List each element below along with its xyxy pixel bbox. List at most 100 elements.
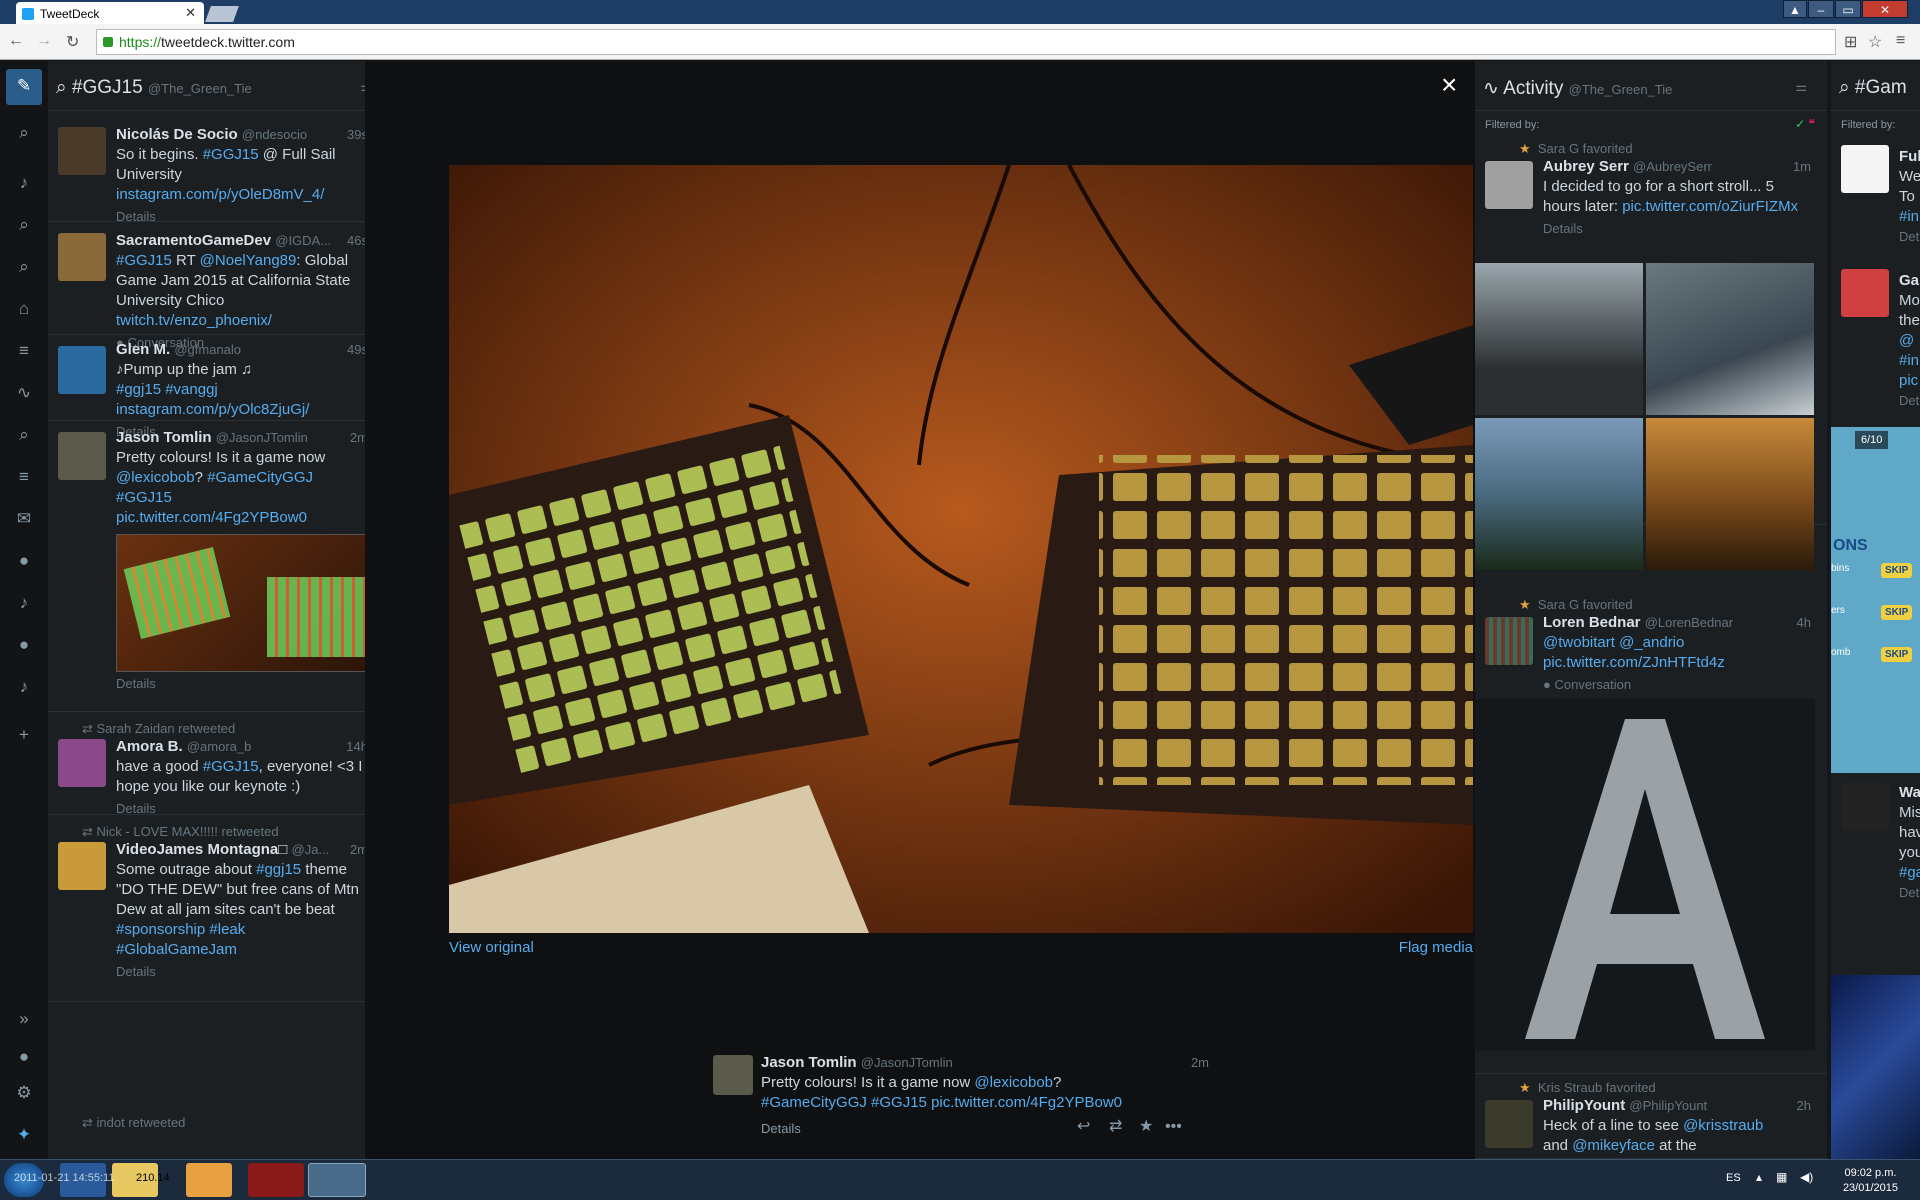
- tweet[interactable]: SacramentoGameDev @IGDA... 46s #GGJ15 RT…: [48, 223, 392, 350]
- search-icon[interactable]: ⌕: [12, 123, 36, 147]
- avatar[interactable]: [1841, 145, 1889, 193]
- retweet-icon[interactable]: ⇄: [1109, 1117, 1122, 1137]
- tweet-author[interactable]: Nicolás De Socio: [116, 126, 238, 143]
- avatar[interactable]: [58, 127, 106, 175]
- add-column-icon[interactable]: +: [12, 725, 36, 749]
- bookmark-star-icon[interactable]: ☆: [1868, 32, 1882, 52]
- url-link[interactable]: pic.twitter.com/4Fg2YPBow0: [931, 1094, 1122, 1111]
- tweet-author[interactable]: Ga: [1899, 271, 1920, 291]
- avatar[interactable]: [1485, 1100, 1533, 1148]
- translate-icon[interactable]: ⊞: [1844, 32, 1857, 52]
- url-link[interactable]: instagram.com/p/yOlc8ZjuGj/: [116, 401, 309, 418]
- hashtag-link[interactable]: #ggj15: [256, 861, 301, 878]
- user-icon[interactable]: ▲: [1783, 0, 1807, 18]
- expand-icon[interactable]: »: [12, 1009, 36, 1033]
- media-player-icon[interactable]: [186, 1163, 232, 1197]
- mention-link[interactable]: @lexicobob: [116, 469, 195, 486]
- tweet-author[interactable]: Jason Tomlin: [761, 1054, 857, 1071]
- accounts-icon[interactable]: ●: [12, 1047, 36, 1071]
- notifications-icon[interactable]: ♪: [12, 173, 36, 197]
- list-icon[interactable]: ≡: [12, 467, 36, 491]
- avatar[interactable]: [58, 842, 106, 890]
- tweet-author[interactable]: PhilipYount: [1543, 1097, 1625, 1114]
- tweet-handle[interactable]: @IGDA...: [275, 233, 331, 248]
- chrome-icon[interactable]: [308, 1163, 366, 1197]
- tweet[interactable]: ⇄ Sarah Zaidan retweeted Amora B. @amora…: [48, 713, 392, 816]
- notifications-icon[interactable]: ♪: [12, 677, 36, 701]
- url-link[interactable]: pic.twitter.com/oZiurFIZMx: [1622, 198, 1798, 215]
- tweet[interactable]: Jason Tomlin @JasonJTomlin 2m Pretty col…: [48, 422, 392, 712]
- details-link[interactable]: Details: [1543, 219, 1811, 239]
- user-icon[interactable]: ●: [12, 551, 36, 575]
- home-icon[interactable]: ⌂: [12, 299, 36, 323]
- flag-media-link[interactable]: Flag media: [1399, 939, 1473, 956]
- tweet-author[interactable]: SacramentoGameDev: [116, 232, 271, 249]
- mention-link[interactable]: @krisstraub: [1683, 1117, 1763, 1134]
- column-options-icon[interactable]: ⚌: [1795, 79, 1807, 95]
- hashtag-link[interactable]: #GameCityGGJ: [207, 469, 313, 486]
- tweet-author[interactable]: VideoJames Montagna□: [116, 841, 287, 858]
- hashtag-link[interactable]: #sponsorship: [116, 921, 205, 938]
- avatar[interactable]: [58, 739, 106, 787]
- details-link[interactable]: Det: [1899, 391, 1920, 411]
- tweet-author[interactable]: Ful: [1899, 147, 1920, 167]
- details-link[interactable]: Det: [1899, 883, 1920, 903]
- url-link[interactable]: instagram.com/p/yOleD8mV_4/: [116, 186, 324, 203]
- forward-icon[interactable]: →: [36, 32, 52, 50]
- tweet-handle[interactable]: @amora_b: [187, 739, 252, 754]
- reload-icon[interactable]: ↻: [66, 32, 79, 52]
- tweet-author[interactable]: Loren Bednar: [1543, 614, 1641, 631]
- url-link[interactable]: pic.twitter.com/ZJnHTFtd4z: [1543, 654, 1725, 671]
- media-thumbnail[interactable]: [1646, 263, 1814, 415]
- details-link[interactable]: Details: [116, 962, 368, 982]
- media-thumbnail[interactable]: [1475, 418, 1643, 570]
- avatar[interactable]: [1485, 617, 1533, 665]
- tweet[interactable]: ⇄ indot retweeted: [82, 1115, 185, 1131]
- hashtag-link[interactable]: #leak: [209, 921, 245, 938]
- activity-icon[interactable]: ∿: [12, 383, 36, 407]
- tweet-handle[interactable]: @JasonJTomlin: [216, 430, 308, 445]
- game-screenshot-image[interactable]: 6/10 ONS bins ers omb SKIP SKIP SKIP: [1831, 427, 1920, 773]
- media-letter-a-image[interactable]: [1475, 699, 1815, 1051]
- search-column-icon[interactable]: ⌕: [12, 425, 36, 449]
- maximize-button[interactable]: ▭: [1835, 0, 1861, 18]
- reply-icon[interactable]: ↩: [1077, 1117, 1090, 1137]
- hashtag-link[interactable]: #in: [1899, 351, 1920, 371]
- tweet-author[interactable]: Amora B.: [116, 738, 183, 755]
- tweet-author[interactable]: Jason Tomlin: [116, 429, 212, 446]
- avatar[interactable]: [1841, 783, 1889, 831]
- hashtag-link[interactable]: #GlobalGameJam: [116, 941, 237, 958]
- modal-media-image[interactable]: [449, 165, 1473, 933]
- avatar[interactable]: [58, 233, 106, 281]
- url-link[interactable]: twitch.tv/enzo_phoenix/: [116, 312, 272, 329]
- notifications-icon[interactable]: ♪: [12, 593, 36, 617]
- tweet-author[interactable]: Glen M.: [116, 341, 170, 358]
- tweet-handle[interactable]: @LorenBednar: [1645, 615, 1733, 630]
- hashtag-link[interactable]: #ggj15: [116, 381, 161, 398]
- favorite-star-icon[interactable]: ★: [1139, 1117, 1153, 1137]
- system-clock[interactable]: 09:02 p.m. 23/01/2015: [1843, 1166, 1898, 1196]
- modal-tweet[interactable]: Jason Tomlin @JasonJTomlin 2m Pretty col…: [713, 1054, 1209, 1165]
- search-column-icon[interactable]: ⌕: [12, 257, 36, 281]
- avatar[interactable]: [58, 432, 106, 480]
- details-link[interactable]: Det: [1899, 227, 1920, 247]
- more-options-icon[interactable]: •••: [1165, 1117, 1182, 1137]
- view-original-link[interactable]: View original: [449, 939, 534, 956]
- compose-tweet-icon[interactable]: ✎: [6, 69, 42, 105]
- media-thumbnail[interactable]: [1475, 263, 1643, 415]
- mention-link[interactable]: @: [1899, 331, 1920, 351]
- media-thumbnail[interactable]: [1831, 975, 1920, 1159]
- tweet-media-thumbnail[interactable]: [116, 534, 380, 672]
- tray-arrow-icon[interactable]: ▴: [1756, 1170, 1762, 1184]
- mention-link[interactable]: @NoelYang89: [200, 252, 297, 269]
- conversation-link[interactable]: Conversation: [1554, 677, 1631, 692]
- language-indicator[interactable]: ES: [1726, 1172, 1741, 1184]
- details-link[interactable]: Details: [116, 674, 368, 694]
- minimize-button[interactable]: –: [1808, 0, 1834, 18]
- hashtag-link[interactable]: #GameCityGGJ: [761, 1094, 867, 1111]
- url-link[interactable]: pic: [1899, 371, 1920, 391]
- tweet-handle[interactable]: @gfmanalo: [174, 342, 241, 357]
- list-icon[interactable]: ≡: [12, 341, 36, 365]
- tweet[interactable]: ⇄ Nick - LOVE MAX!!!!! retweeted VideoJa…: [48, 816, 392, 1002]
- back-icon[interactable]: ←: [8, 32, 24, 50]
